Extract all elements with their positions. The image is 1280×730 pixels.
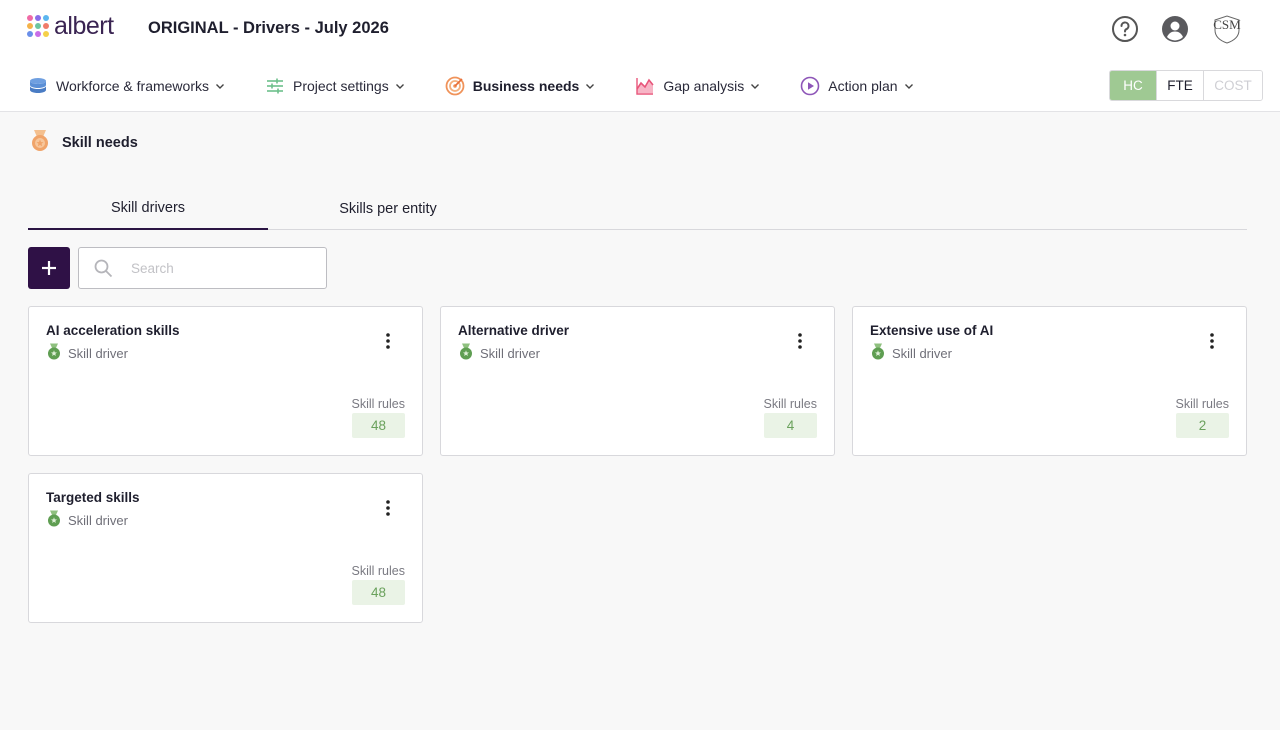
nav-gap-analysis[interactable]: Gap analysis bbox=[635, 72, 760, 100]
card-title: Alternative driver bbox=[458, 323, 570, 338]
csm-shield-icon: CSM bbox=[1213, 15, 1241, 44]
medal-icon bbox=[47, 343, 61, 363]
organization-logo[interactable]: CSM bbox=[1210, 12, 1244, 46]
skill-rules-count: 48 bbox=[352, 413, 405, 438]
svg-text:CSM: CSM bbox=[1213, 17, 1241, 32]
nav-label: Gap analysis bbox=[663, 78, 745, 94]
tab-bar: Skill drivers Skills per entity bbox=[28, 188, 1247, 230]
play-circle-icon bbox=[800, 76, 820, 96]
medal-icon bbox=[459, 343, 473, 363]
medal-icon bbox=[47, 510, 61, 530]
card-type-label: Skill driver bbox=[68, 512, 128, 528]
chevron-down-icon bbox=[395, 81, 405, 91]
card-title: AI acceleration skills bbox=[46, 323, 180, 338]
project-title: ORIGINAL - Drivers - July 2026 bbox=[148, 19, 389, 37]
medal-icon bbox=[871, 343, 885, 363]
more-vertical-icon bbox=[798, 333, 802, 349]
chevron-down-icon bbox=[750, 81, 760, 91]
tab-skill-drivers[interactable]: Skill drivers bbox=[28, 188, 268, 230]
chevron-down-icon bbox=[904, 81, 914, 91]
medal-icon bbox=[30, 129, 50, 157]
driver-card[interactable]: Extensive use of AI Skill driver Skill r… bbox=[852, 306, 1247, 456]
card-subtitle: Skill driver bbox=[47, 510, 128, 530]
unit-toggle: HC FTE COST bbox=[1109, 70, 1263, 101]
chevron-down-icon bbox=[585, 81, 595, 91]
nav-project-settings[interactable]: Project settings bbox=[265, 72, 405, 100]
card-menu-button[interactable] bbox=[380, 331, 396, 351]
section-header: Skill needs bbox=[30, 129, 138, 157]
section-title: Skill needs bbox=[62, 135, 138, 151]
card-type-label: Skill driver bbox=[68, 345, 128, 361]
albert-logo[interactable]: albert bbox=[27, 13, 114, 39]
card-menu-button[interactable] bbox=[792, 331, 808, 351]
logo-text: albert bbox=[54, 12, 114, 40]
database-stack-icon bbox=[28, 76, 48, 96]
chevron-down-icon bbox=[215, 81, 225, 91]
header-actions: CSM bbox=[1110, 12, 1244, 46]
driver-card[interactable]: Alternative driver Skill driver Skill ru… bbox=[440, 306, 835, 456]
app-header: albert ORIGINAL - Drivers - July 2026 CS… bbox=[0, 0, 1280, 112]
card-menu-button[interactable] bbox=[1204, 331, 1220, 351]
search-icon bbox=[94, 259, 113, 278]
nav-label: Workforce & frameworks bbox=[56, 78, 209, 94]
card-type-label: Skill driver bbox=[892, 345, 952, 361]
card-menu-button[interactable] bbox=[380, 498, 396, 518]
skill-rules-label: Skill rules bbox=[763, 397, 818, 411]
add-driver-button[interactable] bbox=[28, 247, 70, 289]
help-icon bbox=[1112, 16, 1138, 42]
unit-cost-button[interactable]: COST bbox=[1204, 71, 1262, 100]
nav-action-plan[interactable]: Action plan bbox=[800, 72, 913, 100]
user-avatar-icon bbox=[1162, 16, 1188, 42]
nav-workforce-frameworks[interactable]: Workforce & frameworks bbox=[28, 72, 225, 100]
sliders-icon bbox=[265, 76, 285, 96]
target-icon bbox=[445, 76, 465, 96]
nav-label: Action plan bbox=[828, 78, 898, 94]
help-button[interactable] bbox=[1110, 14, 1140, 44]
skill-rules-count: 4 bbox=[764, 413, 817, 438]
plus-icon bbox=[42, 261, 56, 275]
nav-label: Business needs bbox=[472, 78, 580, 94]
search-input[interactable] bbox=[131, 260, 301, 276]
area-chart-icon bbox=[635, 76, 655, 96]
main-navigation: Workforce & frameworks Project settings bbox=[28, 72, 954, 100]
card-title: Extensive use of AI bbox=[870, 323, 994, 338]
nav-label: Project settings bbox=[293, 78, 389, 94]
more-vertical-icon bbox=[1210, 333, 1214, 349]
skill-rules-count: 48 bbox=[352, 580, 405, 605]
logo-dots-icon bbox=[27, 15, 49, 37]
card-subtitle: Skill driver bbox=[459, 343, 540, 363]
user-account-button[interactable] bbox=[1160, 14, 1190, 44]
driver-card[interactable]: Targeted skills Skill driver Skill rules… bbox=[28, 473, 423, 623]
nav-business-needs[interactable]: Business needs bbox=[445, 72, 596, 100]
card-subtitle: Skill driver bbox=[871, 343, 952, 363]
unit-hc-button[interactable]: HC bbox=[1110, 71, 1157, 100]
skill-rules-label: Skill rules bbox=[351, 397, 406, 411]
skill-rules-label: Skill rules bbox=[1175, 397, 1230, 411]
card-type-label: Skill driver bbox=[480, 345, 540, 361]
driver-card[interactable]: AI acceleration skills Skill driver Skil… bbox=[28, 306, 423, 456]
unit-fte-button[interactable]: FTE bbox=[1157, 71, 1204, 100]
tab-skills-per-entity[interactable]: Skills per entity bbox=[268, 188, 508, 230]
search-box bbox=[78, 247, 327, 289]
skill-rules-count: 2 bbox=[1176, 413, 1229, 438]
card-title: Targeted skills bbox=[46, 490, 140, 505]
skill-rules-label: Skill rules bbox=[351, 564, 406, 578]
more-vertical-icon bbox=[386, 333, 390, 349]
more-vertical-icon bbox=[386, 500, 390, 516]
card-subtitle: Skill driver bbox=[47, 343, 128, 363]
